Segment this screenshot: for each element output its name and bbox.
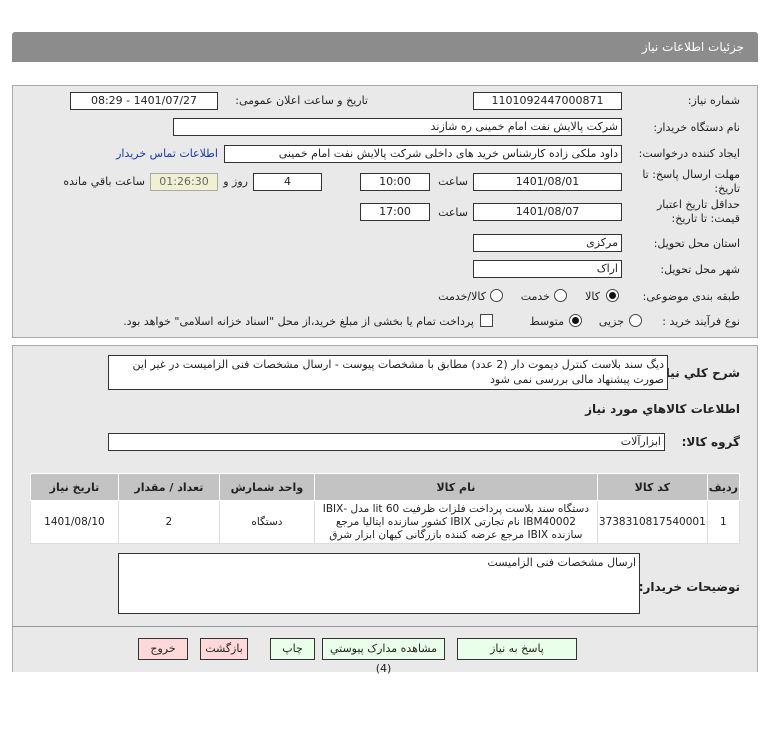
goods-table: ردیف کد کالا نام کالا واحد شمارش تعداد /… (30, 473, 741, 544)
description-field: دیگ سند بلاست کنترل دیموت دار (2 عدد) مط… (108, 355, 668, 390)
goods-section-title: اطلاعات کالاهاي مورد نياز (585, 402, 740, 416)
category-option-goods-service: کالا/خدمت (438, 290, 486, 303)
category-label: طبقه بندی موضوعی: (642, 290, 740, 303)
creator-field: داود ملکی زاده کارشناس خرید های داخلی شر… (224, 145, 622, 163)
city-field: اراک (473, 260, 622, 278)
cell-name: دستگاه سند بلاست پرداخت فلزات ظرفیت 60 l… (313, 500, 598, 544)
creator-label: ایجاد کننده درخواست: (638, 147, 740, 160)
view-attachments-button[interactable]: مشاهده مدارک پیوستي (4) (322, 638, 445, 675)
need-number-field: 1101092447000871 (473, 92, 622, 110)
process-option-minor: جزیی (598, 315, 624, 328)
cell-unit: دستگاه (218, 500, 315, 544)
page-header: جزئیات اطلاعات نیاز (12, 32, 758, 62)
back-button[interactable]: بازگشت (200, 638, 248, 660)
deadline-time-label: ساعت (438, 175, 468, 188)
validity-time-field: 17:00 (360, 203, 430, 221)
col-code: کد کالا (596, 473, 708, 501)
buyer-contact-link[interactable]: اطلاعات تماس خریدار (116, 147, 218, 160)
col-need-date: تاریخ نیاز (30, 473, 119, 501)
city-label: شهر محل تحویل: (660, 263, 740, 276)
print-button[interactable]: چاپ (270, 638, 315, 660)
col-name: نام کالا (313, 473, 598, 501)
cell-quantity: 2 (117, 500, 220, 544)
table-header-row: ردیف کد کالا نام کالا واحد شمارش تعداد /… (30, 473, 741, 501)
exit-button[interactable]: خروج (138, 638, 188, 660)
category-radio-goods-service[interactable] (490, 289, 503, 302)
category-option-service: خدمت (520, 290, 550, 303)
remaining-time-field: 01:26:30 (150, 173, 218, 191)
cell-row: 1 (706, 500, 741, 544)
col-row: ردیف (706, 473, 741, 501)
province-label: استان محل تحویل: (653, 237, 740, 250)
reply-button[interactable]: پاسخ به نیاز (457, 638, 577, 660)
table-row: 1 3738310817540001 دستگاه سند بلاست پردا… (30, 500, 741, 544)
col-quantity: تعداد / مقدار (117, 473, 220, 501)
process-option-medium: متوسط (529, 315, 564, 328)
cell-code: 3738310817540001 (596, 500, 708, 544)
category-radio-service[interactable] (554, 289, 567, 302)
announce-label: تاریخ و ساعت اعلان عمومی: (235, 94, 368, 107)
buyer-org-field: شرکت پالایش نفت امام خمینی ره شازند (173, 118, 622, 136)
deadline-time-field: 10:00 (360, 173, 430, 191)
goods-group-label: گروه کالا: (681, 435, 740, 449)
process-radio-medium[interactable] (569, 314, 582, 327)
province-field: مرکزی (473, 234, 622, 252)
validity-date-field: 1401/08/07 (473, 203, 622, 221)
goods-group-field: ابزارآلات (108, 433, 665, 451)
process-radio-minor[interactable] (629, 314, 642, 327)
deadline-date-field: 1401/08/01 (473, 173, 622, 191)
announce-field: 1401/07/27 - 08:29 (70, 92, 218, 110)
category-option-goods: کالا (585, 290, 600, 303)
col-unit: واحد شمارش (218, 473, 315, 501)
deadline-label: مهلت ارسال پاسخ: تا تاریخ: (642, 168, 740, 195)
buyer-notes-label: توضیحات خریدار: (638, 580, 740, 594)
need-number-label: شماره نیاز: (687, 94, 740, 107)
category-radio-goods[interactable] (606, 289, 619, 302)
days-field: 4 (253, 173, 322, 191)
buyer-org-label: نام دستگاه خریدار: (653, 121, 740, 134)
days-label: روز و (223, 175, 248, 188)
treasury-payment-text: پرداخت تمام یا بخشی از مبلغ خرید،از محل … (123, 315, 474, 328)
cell-need-date: 1401/08/10 (30, 500, 119, 544)
validity-time-label: ساعت (438, 206, 468, 219)
process-label: نوع فرآیند خرید : (662, 315, 740, 328)
buyer-notes-field: ارسال مشخصات فنی الزامیست (118, 553, 640, 614)
remaining-label: ساعت باقي مانده (63, 175, 145, 188)
validity-label: حداقل تاریخ اعتبار قیمت: تا تاریخ: (656, 198, 740, 225)
treasury-payment-checkbox[interactable] (480, 314, 493, 327)
